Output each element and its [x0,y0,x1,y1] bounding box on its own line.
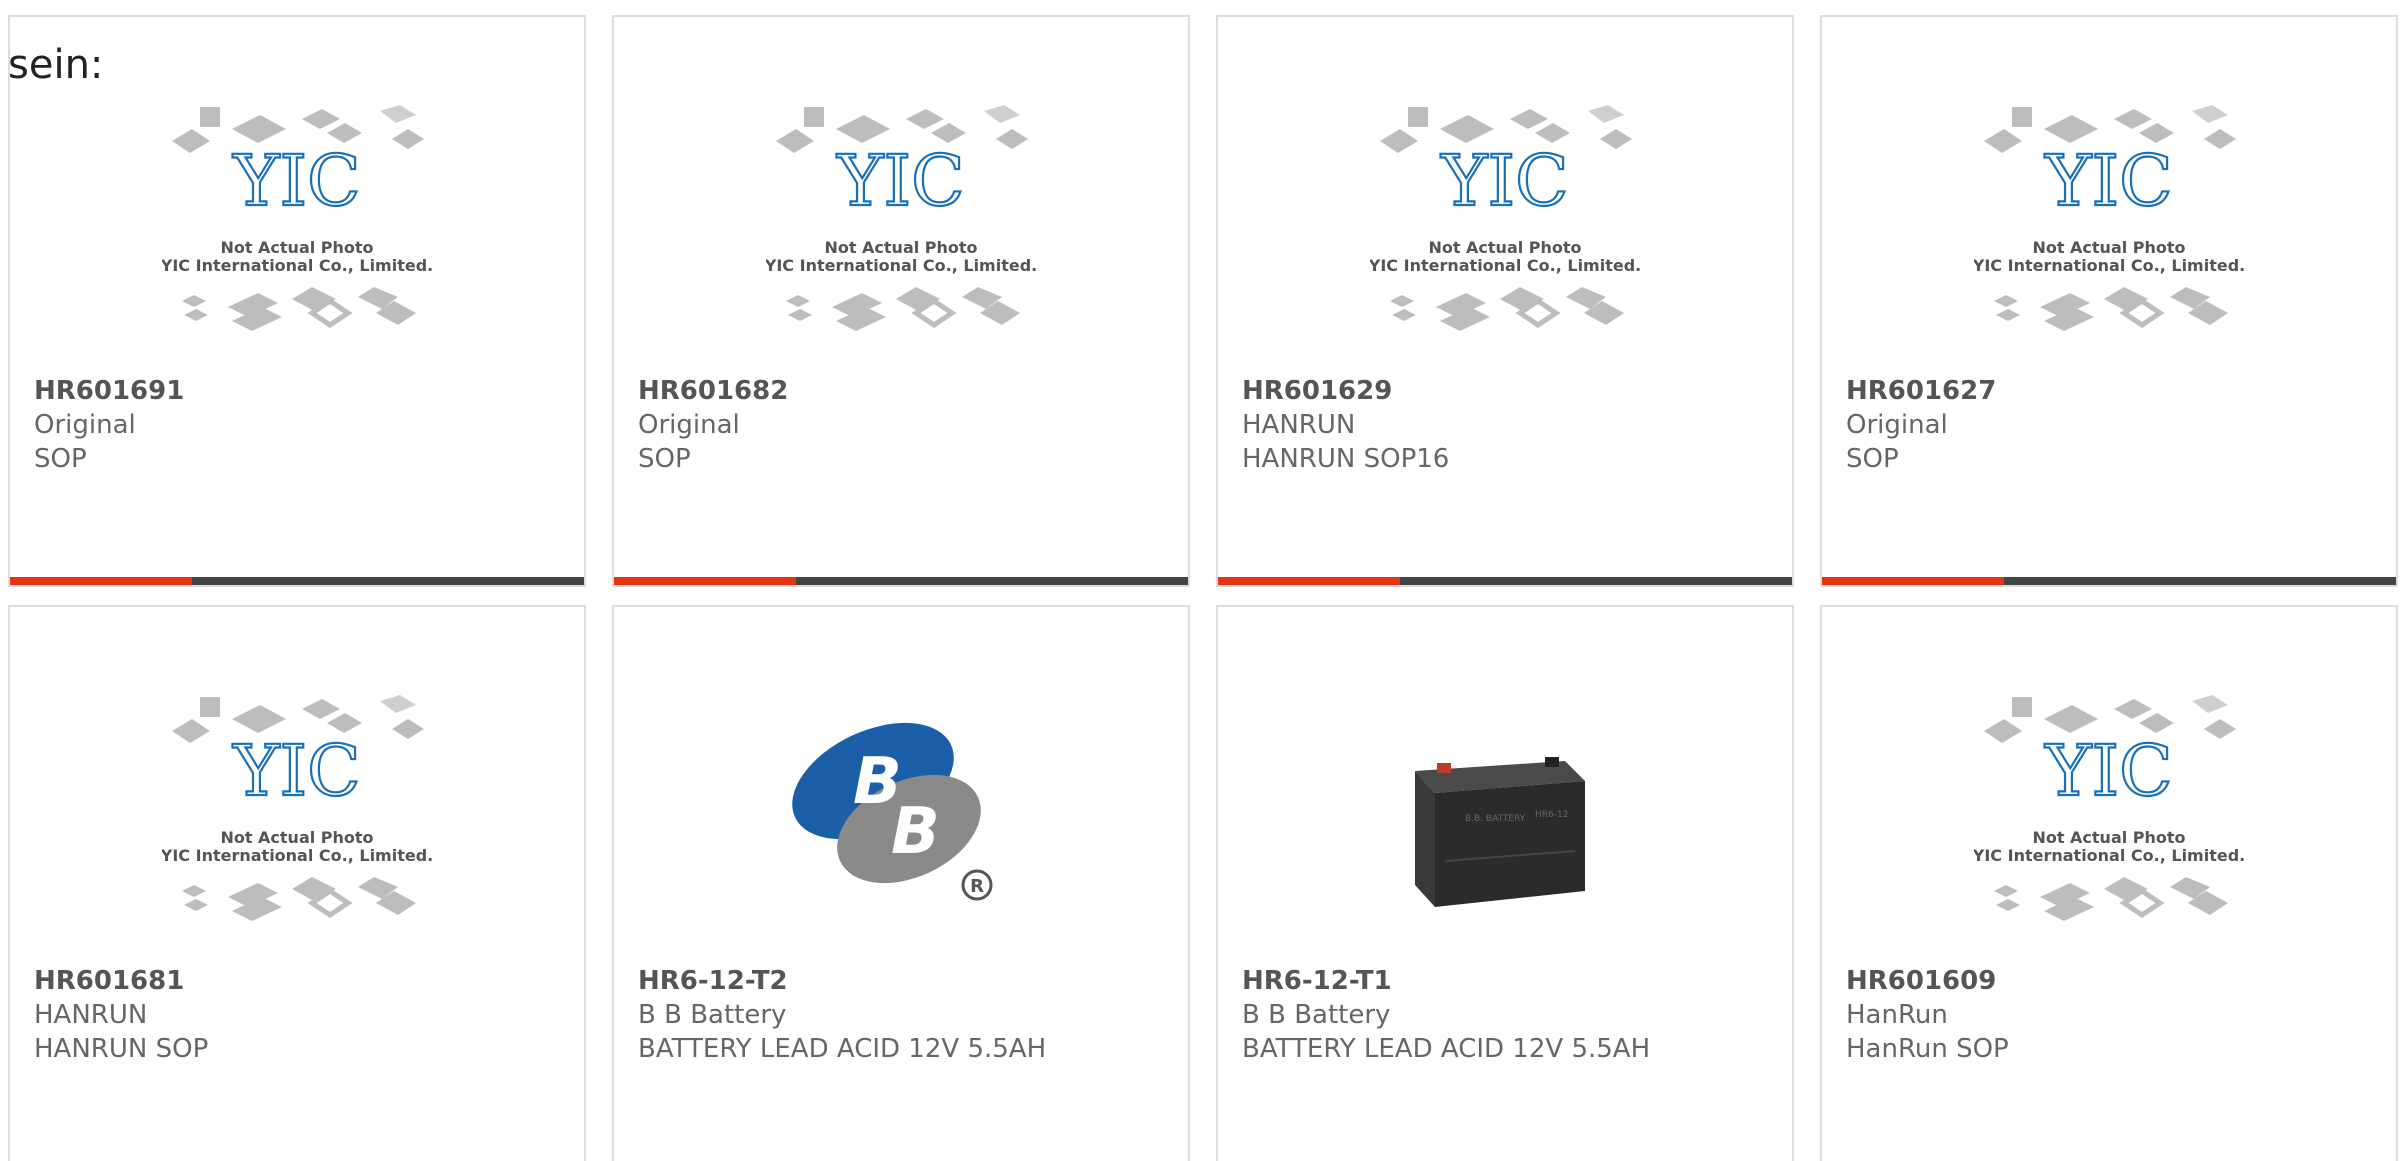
svg-text:YIC: YIC [2044,730,2172,812]
card-bottom-bar [1218,577,1792,585]
product-info: HR601609 HanRun HanRun SOP [1846,964,2380,1066]
svg-text:YIC International Co., Limited: YIC International Co., Limited. [162,256,432,275]
product-image[interactable]: YIC Not Actual Photo YIC International C… [614,101,1188,341]
svg-text:Not Actual Photo: Not Actual Photo [1428,238,1581,257]
card-bottom-bar [10,577,584,585]
svg-text:YIC International Co., Limited: YIC International Co., Limited. [766,256,1036,275]
bb-battery-logo-icon: B B R [792,722,993,901]
brand-text: Original [34,410,136,440]
svg-text:B: B [891,795,940,869]
svg-text:Not Actual Photo: Not Actual Photo [220,238,373,257]
part-number-link[interactable]: HR601682 [638,374,1172,408]
svg-text:YIC International Co., Limited: YIC International Co., Limited. [1974,846,2244,865]
part-number-link[interactable]: HR6-12-T1 [1242,964,1776,998]
svg-text:YIC: YIC [232,730,360,812]
product-image[interactable]: B.B. BATTERY HR6-12 [1218,691,1792,931]
brand-text: B B Battery [1242,1000,1391,1030]
product-card[interactable]: YIC Not Actual Photo YIC International C… [8,605,586,1161]
yic-placeholder-icon: YIC Not Actual Photo YIC International C… [162,105,432,331]
svg-text:YIC: YIC [2044,140,2172,222]
product-card[interactable]: YIC Not Actual Photo YIC International C… [612,15,1190,587]
yic-placeholder-icon: YIC Not Actual Photo YIC International C… [766,105,1036,331]
product-grid-page: sein: YIC Not Actual Photo YIC Internati… [0,0,2400,1161]
svg-text:R: R [970,876,984,897]
description-text: BATTERY LEAD ACID 12V 5.5AH [1242,1034,1651,1064]
svg-text:YIC: YIC [836,140,964,222]
svg-text:Not Actual Photo: Not Actual Photo [2032,238,2185,257]
product-card[interactable]: B B R HR6-12-T2 B B Battery BATTERY LEAD… [612,605,1190,1161]
svg-text:YIC: YIC [1440,140,1568,222]
brand-text: Original [1846,410,1948,440]
product-image[interactable]: B B R [614,691,1188,931]
brand-text: HanRun [1846,1000,1948,1030]
product-info: HR601681 HANRUN HANRUN SOP [34,964,568,1066]
brand-text: Original [638,410,740,440]
card-accent-bar [1218,577,1400,585]
yic-placeholder-icon: YIC Not Actual Photo YIC International C… [162,695,432,921]
part-number-link[interactable]: HR601627 [1846,374,2380,408]
product-image[interactable]: YIC Not Actual Photo YIC International C… [10,691,584,931]
yic-placeholder-icon: YIC Not Actual Photo YIC International C… [1974,695,2244,921]
svg-text:HR6-12: HR6-12 [1535,810,1568,820]
page-fragment-text: sein: [8,42,104,88]
product-card[interactable]: YIC Not Actual Photo YIC International C… [1820,15,2398,587]
svg-text:YIC International Co., Limited: YIC International Co., Limited. [1370,256,1640,275]
svg-text:Not Actual Photo: Not Actual Photo [2032,828,2185,847]
svg-text:YIC International Co., Limited: YIC International Co., Limited. [1974,256,2244,275]
card-accent-bar [10,577,192,585]
product-card[interactable]: YIC Not Actual Photo YIC International C… [1216,15,1794,587]
product-image[interactable]: YIC Not Actual Photo YIC International C… [1218,101,1792,341]
card-accent-bar [1822,577,2004,585]
product-info: HR601629 HANRUN HANRUN SOP16 [1242,374,1776,476]
product-info: HR601691 Original SOP [34,374,568,476]
product-image[interactable]: YIC Not Actual Photo YIC International C… [1822,691,2396,931]
product-image[interactable]: YIC Not Actual Photo YIC International C… [1822,101,2396,341]
card-accent-bar [614,577,796,585]
brand-text: B B Battery [638,1000,787,1030]
product-info: HR601682 Original SOP [638,374,1172,476]
description-text: HANRUN SOP16 [1242,444,1450,474]
brand-text: HANRUN [1242,410,1356,440]
part-number-link[interactable]: HR601629 [1242,374,1776,408]
card-bottom-bar [614,577,1188,585]
yic-placeholder-icon: YIC Not Actual Photo YIC International C… [1370,105,1640,331]
svg-text:Not Actual Photo: Not Actual Photo [220,828,373,847]
product-info: HR6-12-T2 B B Battery BATTERY LEAD ACID … [638,964,1172,1066]
battery-photo-icon: B.B. BATTERY HR6-12 [1415,757,1585,907]
card-bottom-bar [1822,577,2396,585]
part-number-link[interactable]: HR6-12-T2 [638,964,1172,998]
part-number-link[interactable]: HR601609 [1846,964,2380,998]
description-text: HANRUN SOP [34,1034,209,1064]
part-number-link[interactable]: HR601691 [34,374,568,408]
part-number-link[interactable]: HR601681 [34,964,568,998]
product-info: HR6-12-T1 B B Battery BATTERY LEAD ACID … [1242,964,1776,1066]
description-text: SOP [34,444,87,474]
svg-text:YIC International Co., Limited: YIC International Co., Limited. [162,846,432,865]
yic-placeholder-icon: YIC Not Actual Photo YIC International C… [1974,105,2244,331]
svg-text:YIC: YIC [232,140,360,222]
description-text: BATTERY LEAD ACID 12V 5.5AH [638,1034,1047,1064]
brand-text: HANRUN [34,1000,148,1030]
svg-text:B.B. BATTERY: B.B. BATTERY [1465,814,1526,824]
product-card[interactable]: B.B. BATTERY HR6-12 HR6-12-T1 B B Batter… [1216,605,1794,1161]
svg-text:Not Actual Photo: Not Actual Photo [824,238,977,257]
product-info: HR601627 Original SOP [1846,374,2380,476]
product-card[interactable]: YIC Not Actual Photo YIC International C… [1820,605,2398,1161]
description-text: HanRun SOP [1846,1034,2009,1064]
product-card[interactable]: YIC Not Actual Photo YIC International C… [8,15,586,587]
description-text: SOP [638,444,691,474]
description-text: SOP [1846,444,1899,474]
product-image[interactable]: YIC Not Actual Photo YIC International C… [10,101,584,341]
